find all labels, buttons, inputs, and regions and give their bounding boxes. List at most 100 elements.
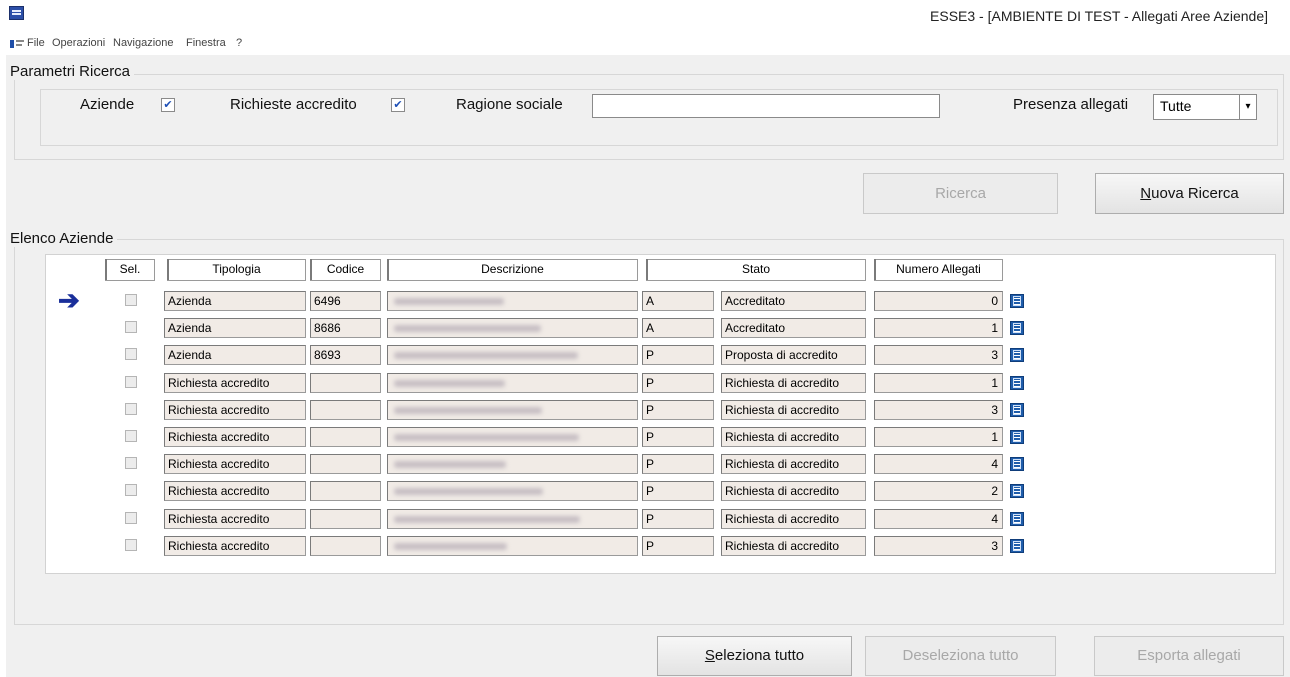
cell-stato: Proposta di accredito xyxy=(721,345,866,365)
row-select-checkbox[interactable] xyxy=(125,539,137,551)
detail-icon[interactable] xyxy=(1010,348,1024,362)
cell-descrizione xyxy=(387,400,638,420)
nuova-ricerca-button[interactable]: Nuova Ricerca xyxy=(1095,173,1284,214)
ricerca-button[interactable]: Ricerca xyxy=(863,173,1058,214)
cell-stato: Richiesta di accredito xyxy=(721,427,866,447)
cell-codice xyxy=(310,427,381,447)
cell-tipologia: Richiesta accredito xyxy=(164,454,306,474)
column-header-numero-allegati[interactable]: Numero Allegati xyxy=(874,259,1003,281)
detail-icon[interactable] xyxy=(1010,512,1024,526)
cell-tipologia: Richiesta accredito xyxy=(164,536,306,556)
richieste-label: Richieste accredito xyxy=(230,96,357,113)
cell-numero-allegati: 1 xyxy=(874,318,1003,338)
cell-stato: Richiesta di accredito xyxy=(721,536,866,556)
cell-codice xyxy=(310,509,381,529)
cell-stato-code: A xyxy=(642,291,714,311)
window-title: ESSE3 - [AMBIENTE DI TEST - Allegati Are… xyxy=(930,8,1268,24)
row-select-checkbox[interactable] xyxy=(125,457,137,469)
cell-descrizione xyxy=(387,509,638,529)
list-group-title: Elenco Aziende xyxy=(10,230,118,247)
aziende-label: Aziende xyxy=(80,96,135,113)
menu-finestra[interactable]: Finestra xyxy=(186,37,226,49)
cell-stato: Richiesta di accredito xyxy=(721,481,866,501)
deseleziona-tutto-button[interactable]: Deseleziona tutto xyxy=(865,636,1056,676)
row-select-checkbox[interactable] xyxy=(125,321,137,333)
detail-icon[interactable] xyxy=(1010,321,1024,335)
column-header-tipologia[interactable]: Tipologia xyxy=(167,259,306,281)
detail-icon[interactable] xyxy=(1010,457,1024,471)
ragione-sociale-input[interactable] xyxy=(592,94,940,118)
presenza-allegati-select[interactable]: Tutte ▾ xyxy=(1153,94,1257,120)
cell-stato-code: P xyxy=(642,481,714,501)
cell-tipologia: Richiesta accredito xyxy=(164,427,306,447)
esporta-allegati-button[interactable]: Esporta allegati xyxy=(1094,636,1284,676)
menu-navigazione[interactable]: Navigazione xyxy=(113,37,174,49)
cell-numero-allegati: 2 xyxy=(874,481,1003,501)
cell-stato: Richiesta di accredito xyxy=(721,400,866,420)
presenza-allegati-value: Tutte xyxy=(1160,98,1192,114)
cell-codice: 8693 xyxy=(310,345,381,365)
detail-icon[interactable] xyxy=(1010,430,1024,444)
cell-codice xyxy=(310,400,381,420)
cell-descrizione xyxy=(387,291,638,311)
cell-tipologia: Richiesta accredito xyxy=(164,509,306,529)
row-select-checkbox[interactable] xyxy=(125,484,137,496)
column-header-sel[interactable]: Sel. xyxy=(105,259,155,281)
menu-file[interactable]: File xyxy=(27,37,45,49)
title-bar: ESSE3 - [AMBIENTE DI TEST - Allegati Are… xyxy=(0,0,1290,34)
detail-icon[interactable] xyxy=(1010,376,1024,390)
richieste-checkbox[interactable]: ✔ xyxy=(391,98,405,112)
cell-tipologia: Azienda xyxy=(164,291,306,311)
detail-icon[interactable] xyxy=(1010,484,1024,498)
cell-codice xyxy=(310,373,381,393)
cell-stato-code: P xyxy=(642,373,714,393)
cell-numero-allegati: 0 xyxy=(874,291,1003,311)
cell-stato: Accreditato xyxy=(721,318,866,338)
cell-codice xyxy=(310,481,381,501)
cell-descrizione xyxy=(387,318,638,338)
cell-tipologia: Azienda xyxy=(164,345,306,365)
cell-codice: 6496 xyxy=(310,291,381,311)
row-select-checkbox[interactable] xyxy=(125,294,137,306)
cell-tipologia: Richiesta accredito xyxy=(164,373,306,393)
current-row-arrow-icon: ➔ xyxy=(58,285,80,315)
cell-stato: Richiesta di accredito xyxy=(721,373,866,393)
row-select-checkbox[interactable] xyxy=(125,376,137,388)
cell-numero-allegati: 1 xyxy=(874,427,1003,447)
cell-codice xyxy=(310,536,381,556)
cell-descrizione xyxy=(387,373,638,393)
cell-tipologia: Richiesta accredito xyxy=(164,400,306,420)
cell-numero-allegati: 4 xyxy=(874,454,1003,474)
cell-stato-code: P xyxy=(642,427,714,447)
seleziona-tutto-button[interactable]: Seleziona tutto xyxy=(657,636,852,676)
column-header-stato[interactable]: Stato xyxy=(646,259,866,281)
row-select-checkbox[interactable] xyxy=(125,403,137,415)
detail-icon[interactable] xyxy=(1010,403,1024,417)
cell-codice: 8686 xyxy=(310,318,381,338)
cell-stato-code: A xyxy=(642,318,714,338)
app-icon xyxy=(9,6,24,20)
row-select-checkbox[interactable] xyxy=(125,430,137,442)
aziende-checkbox[interactable]: ✔ xyxy=(161,98,175,112)
menu-operazioni[interactable]: Operazioni xyxy=(52,37,105,49)
cell-stato: Richiesta di accredito xyxy=(721,509,866,529)
cell-stato-code: P xyxy=(642,454,714,474)
cell-descrizione xyxy=(387,427,638,447)
column-header-codice[interactable]: Codice xyxy=(310,259,381,281)
menu-help[interactable]: ? xyxy=(236,37,242,49)
cell-stato-code: P xyxy=(642,400,714,420)
cell-stato: Richiesta di accredito xyxy=(721,454,866,474)
chevron-down-icon[interactable]: ▾ xyxy=(1239,95,1256,119)
row-select-checkbox[interactable] xyxy=(125,348,137,360)
cell-codice xyxy=(310,454,381,474)
cell-descrizione xyxy=(387,536,638,556)
detail-icon[interactable] xyxy=(1010,539,1024,553)
column-header-descrizione[interactable]: Descrizione xyxy=(387,259,638,281)
cell-stato-code: P xyxy=(642,509,714,529)
row-select-checkbox[interactable] xyxy=(125,512,137,524)
cell-stato-code: P xyxy=(642,345,714,365)
cell-numero-allegati: 3 xyxy=(874,400,1003,420)
detail-icon[interactable] xyxy=(1010,294,1024,308)
cell-descrizione xyxy=(387,345,638,365)
window-menu-icon[interactable] xyxy=(10,39,24,49)
